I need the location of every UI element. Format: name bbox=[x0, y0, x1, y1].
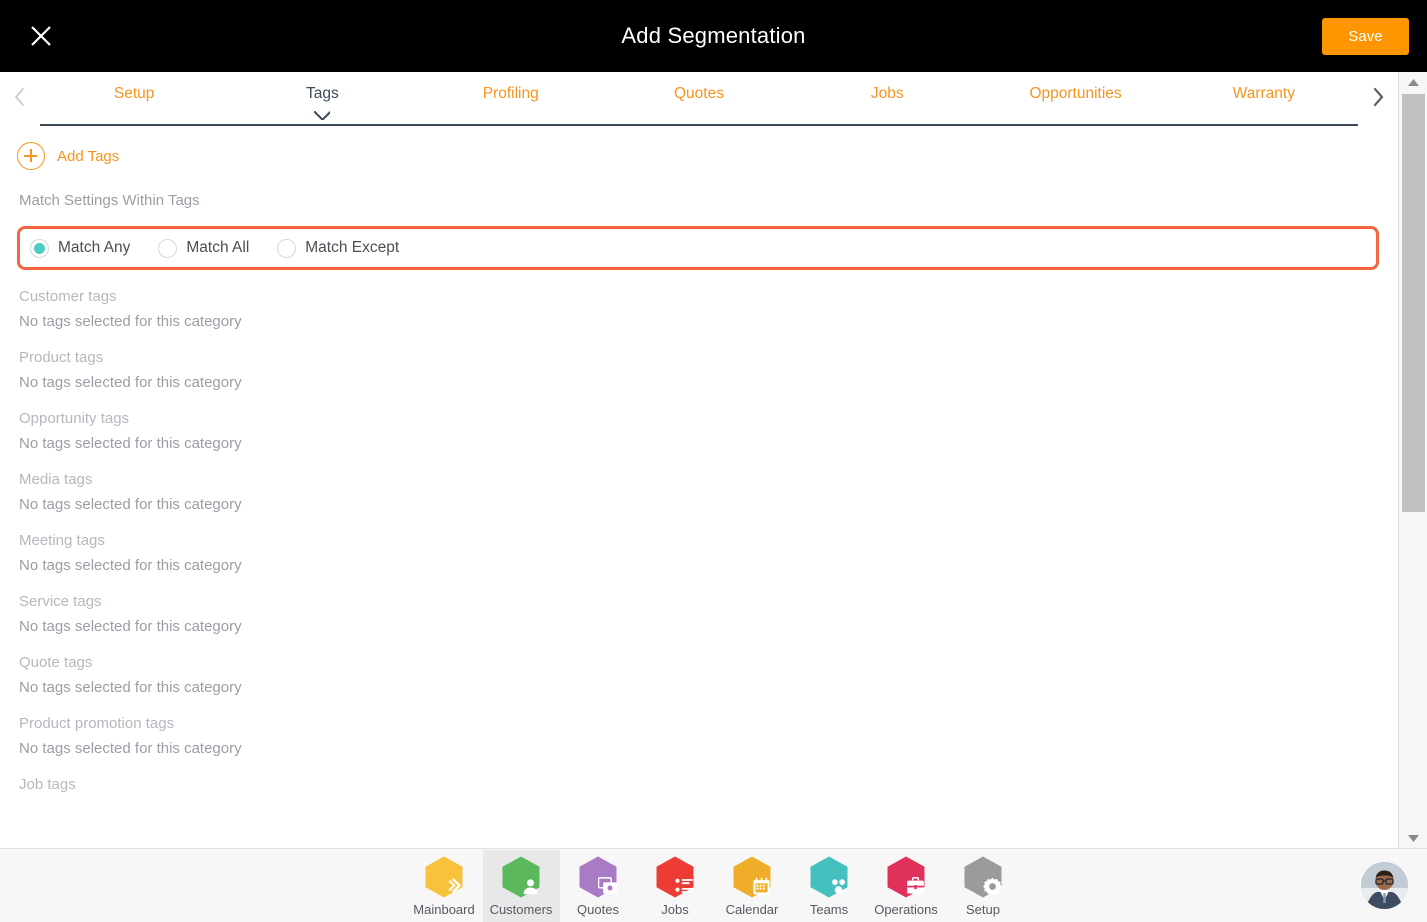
radio-button-icon[interactable] bbox=[277, 238, 297, 258]
tag-category-row[interactable]: Customer tags No tags selected for this c… bbox=[19, 288, 1398, 330]
tags-panel: Add Tags Match Settings Within Tags Matc… bbox=[0, 126, 1398, 848]
vertical-scrollbar[interactable] bbox=[1398, 72, 1427, 848]
radio-label: Match Any bbox=[58, 239, 131, 256]
tab-label: Setup bbox=[113, 85, 155, 102]
add-tags-button[interactable]: Add Tags bbox=[0, 126, 119, 170]
radio-label: Match All bbox=[186, 239, 250, 256]
radio-match-except[interactable]: Match Except bbox=[277, 238, 427, 258]
nav-item-jobs[interactable]: Jobs bbox=[637, 850, 714, 922]
tag-category-value: No tags selected for this category bbox=[19, 435, 242, 452]
tab-label: Profiling bbox=[482, 85, 539, 102]
tab-warranty[interactable]: Warranty bbox=[1170, 85, 1358, 111]
tag-category-name: Product tags bbox=[19, 349, 104, 366]
tag-category-value: No tags selected for this category bbox=[19, 374, 242, 391]
tag-category-value: No tags selected for this category bbox=[19, 557, 242, 574]
teams-icon bbox=[810, 856, 848, 898]
tag-category-row[interactable]: Job tags bbox=[19, 776, 1398, 793]
nav-item-label: Customers bbox=[489, 901, 553, 917]
tag-category-name: Opportunity tags bbox=[19, 410, 130, 427]
tag-category-name: Quote tags bbox=[19, 654, 93, 671]
nav-item-mainboard[interactable]: Mainboard bbox=[406, 850, 483, 922]
tag-category-name: Job tags bbox=[19, 776, 76, 793]
nav-item-setup[interactable]: Setup bbox=[945, 850, 1022, 922]
tab-jobs[interactable]: Jobs bbox=[793, 85, 981, 111]
calendar-icon bbox=[733, 856, 771, 898]
operations-icon bbox=[887, 856, 925, 898]
add-tags-label: Add Tags bbox=[57, 147, 120, 165]
tab-label: Quotes bbox=[673, 85, 724, 102]
tag-category-row[interactable]: Quote tags No tags selected for this cate… bbox=[19, 654, 1398, 696]
quotes-icon bbox=[579, 856, 617, 898]
chevron-left-icon[interactable] bbox=[0, 86, 40, 112]
tag-category-name: Media tags bbox=[19, 471, 93, 488]
radio-button-icon[interactable] bbox=[30, 238, 49, 258]
radio-match-all[interactable]: Match All bbox=[158, 238, 277, 258]
tag-category-row[interactable]: Product promotion tags No tags selected f… bbox=[19, 715, 1398, 757]
setup-icon bbox=[964, 856, 1002, 898]
nav-item-label: Operations bbox=[874, 901, 938, 917]
add-segmentation-modal: Add Segmentation Save Setup Tags Profiling… bbox=[0, 0, 1427, 922]
tab-setup[interactable]: Setup bbox=[40, 85, 228, 111]
save-button[interactable]: Save bbox=[1322, 18, 1409, 55]
scroll-up-arrow-icon[interactable] bbox=[1399, 72, 1427, 92]
nav-item-quotes[interactable]: Quotes bbox=[560, 850, 637, 922]
scroll-down-arrow-icon[interactable] bbox=[1399, 828, 1427, 848]
tag-category-name: Meeting tags bbox=[19, 532, 105, 549]
scrollbar-thumb[interactable] bbox=[1402, 94, 1425, 512]
bottom-navigation: Mainboard Customers Quotes Jobs Calendar Team… bbox=[0, 848, 1427, 922]
tag-category-name: Service tags bbox=[19, 593, 102, 610]
radio-match-any[interactable]: Match Any bbox=[30, 238, 158, 258]
tag-category-value: No tags selected for this category bbox=[19, 496, 242, 513]
mainboard-icon bbox=[425, 856, 463, 898]
chevron-right-icon[interactable] bbox=[1358, 86, 1398, 112]
plus-circle-icon bbox=[17, 142, 45, 170]
nav-item-label: Mainboard bbox=[413, 901, 475, 917]
tag-category-value: No tags selected for this category bbox=[19, 618, 242, 635]
tag-category-value: No tags selected for this category bbox=[19, 679, 242, 696]
page-title: Add Segmentation bbox=[621, 23, 806, 48]
tab-tags[interactable]: Tags bbox=[228, 85, 416, 111]
match-settings-label: Match Settings Within Tags bbox=[19, 192, 200, 209]
tab-list: Setup Tags Profiling Quotes Jobs Opportunitie… bbox=[40, 72, 1358, 126]
tag-category-name: Customer tags bbox=[19, 288, 117, 305]
tag-category-list: Customer tags No tags selected for this c… bbox=[0, 270, 1398, 793]
customers-icon bbox=[502, 856, 540, 898]
tab-label: Jobs bbox=[870, 85, 904, 102]
user-avatar[interactable] bbox=[1361, 862, 1408, 909]
radio-label: Match Except bbox=[305, 239, 400, 256]
tab-label: Warranty bbox=[1232, 85, 1295, 102]
nav-item-operations[interactable]: Operations bbox=[868, 850, 945, 922]
tab-quotes[interactable]: Quotes bbox=[605, 85, 793, 111]
nav-item-label: Calendar bbox=[725, 901, 779, 917]
tag-category-row[interactable]: Service tags No tags selected for this ca… bbox=[19, 593, 1398, 635]
tag-category-row[interactable]: Meeting tags No tags selected for this ca… bbox=[19, 532, 1398, 574]
match-settings-radio-group: Match Any Match All Match Except bbox=[17, 226, 1379, 270]
tag-category-row[interactable]: Media tags No tags selected for this cate… bbox=[19, 471, 1398, 513]
nav-item-calendar[interactable]: Calendar bbox=[714, 850, 791, 922]
tag-category-name: Product promotion tags bbox=[19, 715, 175, 732]
nav-item-teams[interactable]: Teams bbox=[791, 850, 868, 922]
tab-label: Opportunities bbox=[1029, 85, 1122, 102]
tag-category-value: No tags selected for this category bbox=[19, 313, 242, 330]
nav-item-label: Jobs bbox=[661, 901, 689, 917]
tag-category-row[interactable]: Product tags No tags selected for this ca… bbox=[19, 349, 1398, 391]
tag-category-value: No tags selected for this category bbox=[19, 740, 242, 757]
tab-profiling[interactable]: Profiling bbox=[417, 85, 605, 111]
nav-item-label: Setup bbox=[966, 901, 1000, 917]
radio-button-icon[interactable] bbox=[158, 238, 178, 258]
tab-bar: Setup Tags Profiling Quotes Jobs Opportunitie… bbox=[0, 72, 1398, 126]
nav-item-label: Teams bbox=[809, 901, 849, 917]
tab-opportunities[interactable]: Opportunities bbox=[981, 85, 1169, 111]
nav-item-customers[interactable]: Customers bbox=[482, 849, 560, 922]
active-tab-caret-icon bbox=[314, 111, 330, 120]
tag-category-row[interactable]: Opportunity tags No tags selected for thi… bbox=[19, 410, 1398, 452]
nav-item-label: Quotes bbox=[577, 901, 619, 917]
jobs-icon bbox=[656, 856, 694, 898]
tab-label: Tags bbox=[306, 85, 339, 102]
modal-header: Add Segmentation Save bbox=[0, 0, 1427, 72]
